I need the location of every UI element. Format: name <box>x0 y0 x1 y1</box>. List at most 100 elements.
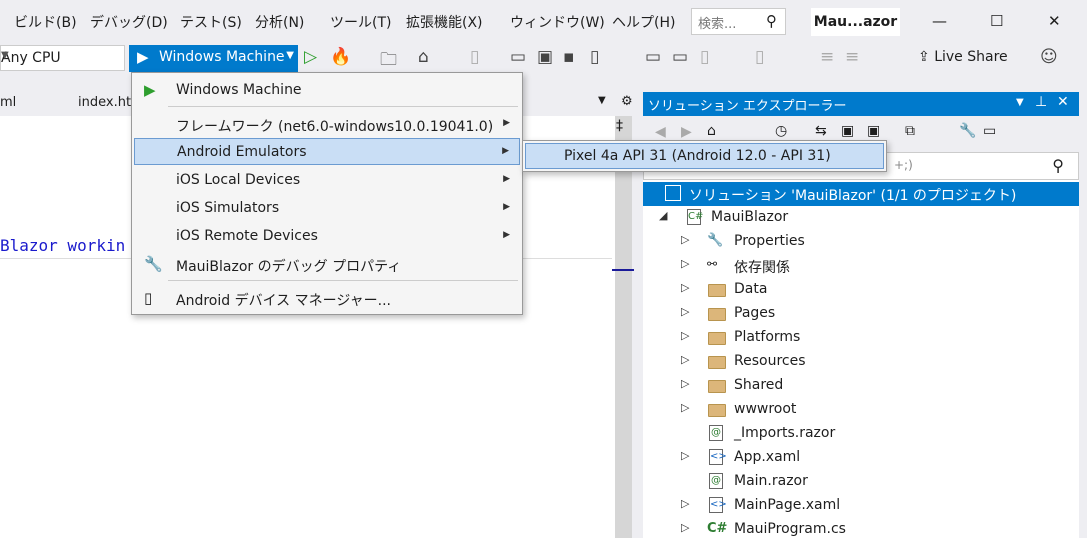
menu-item-android-device-manager[interactable]: ▯ Android デバイス マネージャー... <box>134 285 520 312</box>
menu-build[interactable]: ビルド(B) <box>14 12 77 32</box>
tab-list-icon[interactable]: ▼ <box>598 95 606 106</box>
menu-item-android-emulators[interactable]: Android Emulators ▶ <box>134 138 520 165</box>
chevron-right-icon: ▷ <box>681 257 690 270</box>
menu-test[interactable]: テスト(S) <box>180 12 242 32</box>
platform-combo[interactable]: Any CPU ▼ <box>0 45 125 71</box>
razor-file-icon: @ <box>709 425 723 441</box>
csproj-icon: C# <box>687 209 703 225</box>
chevron-right-icon: ▷ <box>681 377 690 390</box>
tree-item[interactable]: ▷ 🔧 Properties <box>643 230 1079 254</box>
xaml-file-icon: <> <box>709 497 727 513</box>
terminal-icon[interactable]: ▪ <box>563 47 575 67</box>
feedback-icon[interactable]: ☺ <box>1040 47 1058 67</box>
history-icon[interactable]: ◷ <box>775 123 787 139</box>
tree-item-label: 依存関係 <box>734 260 790 276</box>
live-share-button[interactable]: ⇪ Live Share <box>918 49 1008 65</box>
tab-document[interactable]: ml <box>0 95 16 110</box>
tree-item-label: Properties <box>734 233 805 249</box>
home-icon[interactable]: ⌂ <box>707 123 716 139</box>
wrench-icon[interactable]: 🔧 <box>959 123 976 139</box>
monitor-icon[interactable]: ▭ <box>645 47 661 67</box>
toolbar-icon[interactable]: ▯ <box>470 47 479 67</box>
wrench-icon: 🔧 <box>707 233 724 248</box>
submenu-arrow-icon: ▶ <box>503 230 510 240</box>
split-icon[interactable]: ‡ <box>616 118 623 134</box>
tree-item[interactable]: ▷ C# MauiProgram.cs <box>643 518 1079 538</box>
tree-item[interactable]: ▷ Shared <box>643 374 1079 398</box>
pin-icon[interactable]: ⊥ <box>1035 94 1047 110</box>
menu-item-framework[interactable]: フレームワーク (net6.0-windows10.0.19041.0) ▶ <box>134 111 520 138</box>
hot-reload-icon[interactable]: 🔥 <box>330 47 351 67</box>
tree-item[interactable]: ▷ Data <box>643 278 1079 302</box>
menu-help[interactable]: ヘルプ(H) <box>612 12 675 32</box>
tree-item[interactable]: ▷ ⚯ 依存関係 <box>643 254 1079 278</box>
folder-icon <box>708 380 726 393</box>
maximize-icon[interactable]: ☐ <box>990 12 1003 30</box>
menu-item-label: Pixel 4a API 31 (Android 12.0 - API 31) <box>564 148 831 164</box>
menu-tools[interactable]: ツール(T) <box>330 12 391 32</box>
close-icon[interactable]: ✕ <box>1048 12 1061 30</box>
menu-debug[interactable]: デバッグ(D) <box>90 12 168 32</box>
tree-item[interactable]: ▷ wwwroot <box>643 398 1079 422</box>
show-all-icon[interactable]: ▣ <box>867 123 880 139</box>
tree-item[interactable]: ▷ Resources <box>643 350 1079 374</box>
toolbar-icon[interactable]: ▭ <box>510 47 526 67</box>
menu-item-windows-machine[interactable]: ▶ Windows Machine <box>134 77 520 104</box>
run-target-button[interactable]: ▶ Windows Machine ▼ <box>129 45 298 72</box>
run-target-label: Windows Machine <box>159 49 285 65</box>
browser-icon[interactable]: ⌂ <box>418 47 429 67</box>
toolbar-icon[interactable]: ▯ <box>755 47 764 67</box>
global-search-input[interactable]: 検索... ⚲ <box>691 8 786 35</box>
menu-analyze[interactable]: 分析(N) <box>255 12 304 32</box>
tree-item-label: Shared <box>734 377 784 393</box>
solution-label: ソリューション 'MauiBlazor' (1/1 のプロジェクト) <box>689 188 1017 204</box>
toolbar-icon[interactable]: ▣ <box>537 47 553 67</box>
submenu-arrow-icon: ▶ <box>503 118 510 128</box>
sync-icon[interactable]: ⇆ <box>815 123 827 139</box>
preview-icon[interactable]: ▭ <box>983 123 996 139</box>
project-label: MauiBlazor <box>711 209 789 225</box>
menu-window[interactable]: ウィンドウ(W) <box>510 12 605 32</box>
menu-item-pixel-4a[interactable]: Pixel 4a API 31 (Android 12.0 - API 31) <box>525 143 884 169</box>
tab-document[interactable]: index.ht <box>78 95 131 110</box>
minimize-icon[interactable]: — <box>932 12 947 30</box>
editor-scrollbar[interactable] <box>615 116 632 538</box>
wrench-icon: 🔧 <box>144 255 163 273</box>
uncomment-icon[interactable]: ≡ <box>845 47 859 67</box>
tree-item[interactable]: ▷ <> App.xaml <box>643 446 1079 470</box>
comment-icon[interactable]: ≡ <box>820 47 834 67</box>
chevron-down-icon[interactable]: ▼ <box>1016 97 1024 108</box>
close-icon[interactable]: ✕ <box>1057 94 1069 110</box>
back-icon[interactable]: ◀ <box>655 124 666 140</box>
forward-icon[interactable]: ▶ <box>681 124 692 140</box>
tree-item[interactable]: ▷ Pages <box>643 302 1079 326</box>
tree-view-icon[interactable]: ⧉ <box>905 123 915 139</box>
tree-item[interactable]: ▷ <> MainPage.xaml <box>643 494 1079 518</box>
tree-item[interactable]: ▷ Platforms <box>643 326 1079 350</box>
menu-item-ios-simulators[interactable]: iOS Simulators ▶ <box>134 195 520 222</box>
window-title: Mau...azor <box>811 8 900 36</box>
submenu-arrow-icon: ▶ <box>502 146 509 156</box>
toolbar-icon[interactable]: ▯ <box>590 47 599 67</box>
tree-item[interactable]: @ Main.razor <box>643 470 1079 494</box>
tree-item[interactable]: @ _Imports.razor <box>643 422 1079 446</box>
xaml-file-icon: <> <box>709 449 727 465</box>
tree-item-label: Pages <box>734 305 776 321</box>
tree-item-label: wwwroot <box>734 401 797 417</box>
toolbar-icon[interactable]: ▭ <box>672 47 688 67</box>
scroll-marker <box>612 269 634 271</box>
menu-item-ios-remote-devices[interactable]: iOS Remote Devices ▶ <box>134 223 520 250</box>
start-without-debugging-icon[interactable]: ▷ <box>304 47 317 67</box>
menu-extensions[interactable]: 拡張機能(X) <box>406 12 483 32</box>
menu-item-label: iOS Local Devices <box>176 172 301 188</box>
tree-item-solution[interactable]: ソリューション 'MauiBlazor' (1/1 のプロジェクト) <box>643 182 1079 206</box>
folder-icon <box>708 404 726 417</box>
menu-item-ios-local-devices[interactable]: iOS Local Devices ▶ <box>134 167 520 194</box>
solution-search-placeholder: +;) <box>894 158 913 172</box>
tree-item-project[interactable]: ◢ C# MauiBlazor <box>643 206 1079 230</box>
toolbar-icon[interactable]: ▯ <box>700 47 709 67</box>
menu-item-debug-properties[interactable]: 🔧 MauiBlazor のデバッグ プロパティ <box>134 251 520 278</box>
gear-icon[interactable]: ⚙ <box>621 94 633 109</box>
folder-icon <box>708 284 726 297</box>
collapse-icon[interactable]: ▣ <box>841 123 854 139</box>
